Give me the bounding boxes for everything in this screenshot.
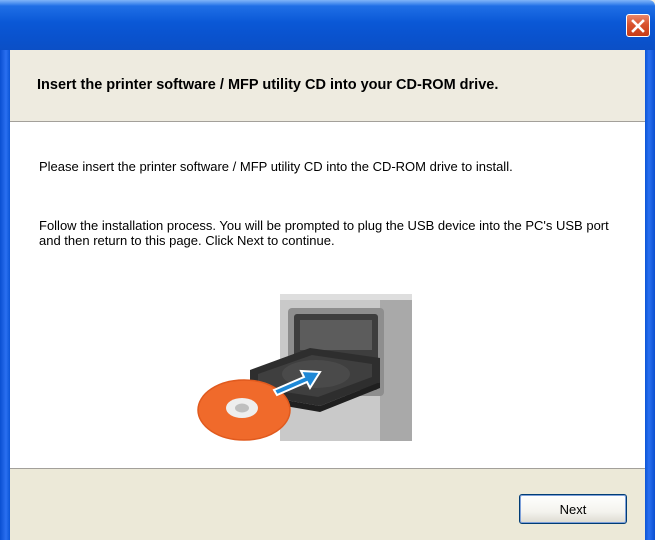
window-frame-right (645, 50, 655, 540)
instruction-text: Please insert the printer software / MFP… (39, 159, 513, 174)
cd-insert-illustration (197, 294, 412, 441)
window-frame-left (0, 50, 10, 540)
close-button[interactable] (626, 14, 650, 37)
content-area: Please insert the printer software / MFP… (10, 122, 645, 469)
close-icon (631, 19, 645, 33)
installer-window: Insert the printer software / MFP utilit… (0, 0, 655, 540)
page-title: Insert the printer software / MFP utilit… (37, 77, 499, 93)
follow-instructions-text: Follow the installation process. You wil… (39, 218, 609, 248)
header-band: Insert the printer software / MFP utilit… (10, 50, 645, 122)
title-bar (0, 0, 655, 50)
next-button[interactable]: Next (519, 494, 627, 524)
button-bar: Next (10, 469, 645, 540)
